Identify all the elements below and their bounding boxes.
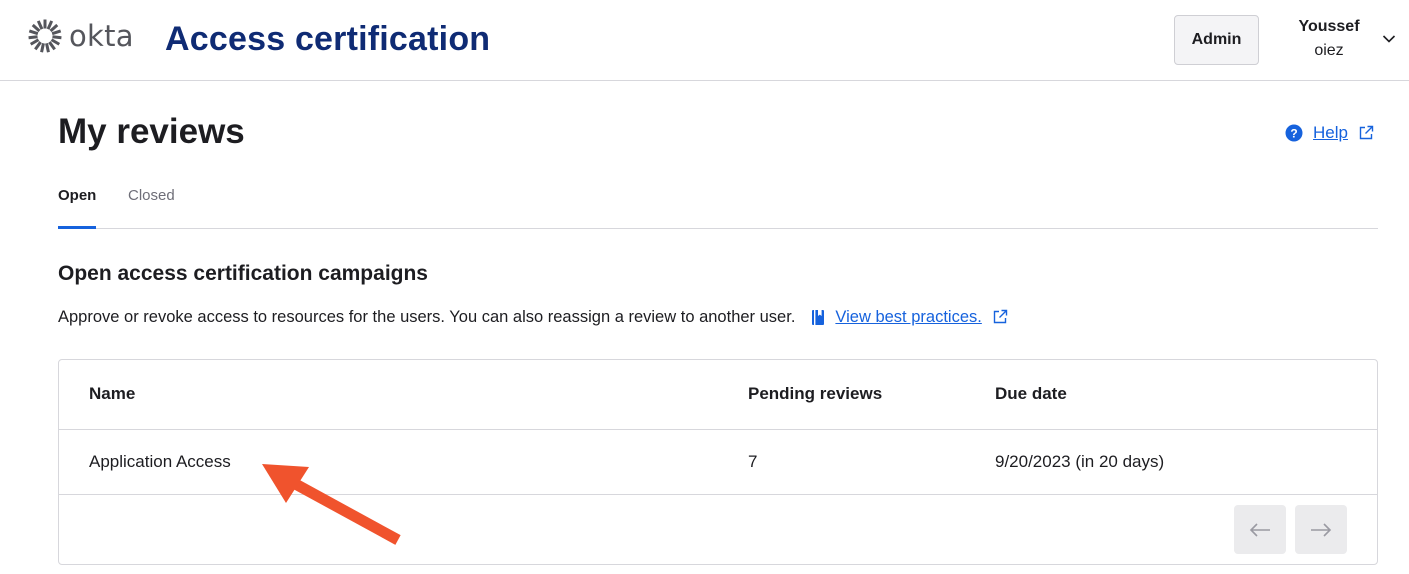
arrow-left-icon [1249, 522, 1270, 537]
arrow-right-icon [1311, 522, 1332, 537]
column-header-due-date[interactable]: Due date [995, 383, 1067, 405]
tab-closed[interactable]: Closed [128, 180, 175, 229]
best-practices-link[interactable]: View best practices. [811, 306, 1008, 328]
column-header-pending-reviews[interactable]: Pending reviews [748, 383, 882, 405]
pending-reviews-cell: 7 [748, 452, 758, 471]
table-header-row: Name Pending reviews Due date [59, 360, 1377, 430]
chevron-down-icon [1382, 35, 1396, 43]
app-title: Access certification [165, 20, 491, 58]
previous-page-button[interactable] [1234, 505, 1286, 554]
next-page-button[interactable] [1295, 505, 1347, 554]
okta-logo[interactable]: okta [27, 17, 134, 55]
due-date-cell: 9/20/2023 (in 20 days) [995, 452, 1165, 471]
logo-wordmark: okta [69, 18, 134, 53]
help-label[interactable]: Help [1313, 122, 1348, 144]
annotation-arrow [262, 464, 401, 545]
admin-button[interactable]: Admin [1174, 15, 1259, 65]
section-description: Approve or revoke access to resources fo… [58, 308, 796, 326]
section-description-row: Approve or revoke access to resources fo… [58, 305, 1008, 329]
user-last-name: oiez [1314, 42, 1344, 59]
page-title: My reviews [58, 112, 245, 151]
external-link-icon [1359, 125, 1374, 140]
svg-text:?: ? [1290, 127, 1297, 141]
help-link[interactable]: ? Help [1285, 122, 1374, 144]
top-header: okta Access certification Admin Youssef … [0, 0, 1409, 81]
review-tabs: Open Closed [58, 180, 1378, 229]
tab-open[interactable]: Open [58, 180, 97, 229]
campaign-name-cell[interactable]: Application Access [89, 451, 231, 473]
user-first-name: Youssef [1298, 18, 1360, 35]
book-icon [812, 309, 825, 325]
external-link-icon [993, 309, 1008, 324]
section-title: Open access certification campaigns [58, 262, 428, 285]
okta-sunburst-icon [28, 19, 62, 53]
help-circle-icon: ? [1285, 124, 1303, 142]
user-menu[interactable]: Youssef oiez [1284, 14, 1404, 64]
best-practices-label[interactable]: View best practices. [835, 306, 981, 328]
column-header-name[interactable]: Name [89, 383, 135, 405]
